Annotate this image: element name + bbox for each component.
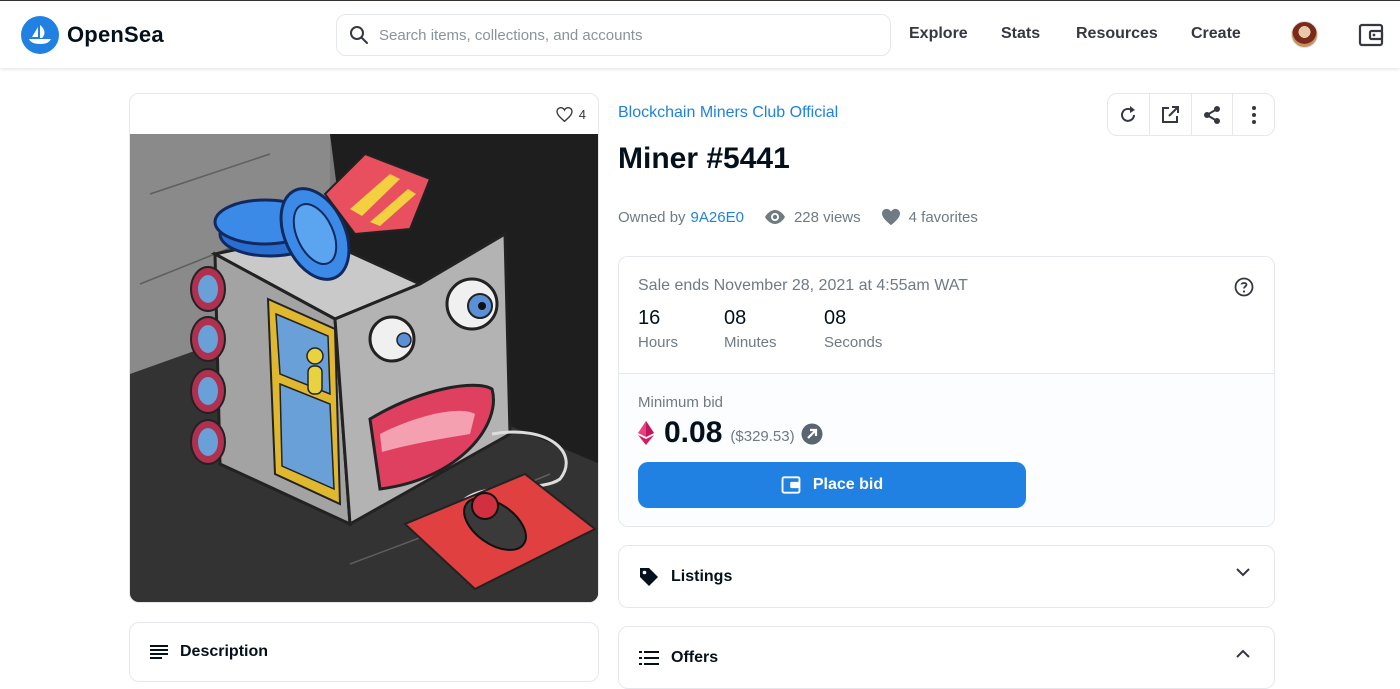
nav-create[interactable]: Create	[1191, 25, 1241, 43]
description-panel[interactable]: Description	[129, 622, 599, 682]
eye-icon	[764, 210, 785, 224]
top-nav-bar: OpenSea Explore Stats Resources Create	[0, 0, 1400, 68]
description-label: Description	[180, 643, 269, 660]
owner-info: Owned by 9A26E0	[618, 209, 744, 226]
timer-seconds-value: 08	[824, 307, 847, 329]
nft-image-card: 4	[129, 93, 599, 603]
favorite-count: 4	[578, 106, 586, 122]
more-vertical-icon	[1251, 105, 1256, 124]
sale-card: Sale ends November 28, 2021 at 4:55am WA…	[618, 256, 1275, 527]
bid-section: Minimum bid 0.08 ($329.53) Place bid	[619, 374, 1274, 526]
place-bid-label: Place bid	[812, 476, 884, 493]
offers-panel[interactable]: Offers	[618, 626, 1275, 689]
place-bid-button[interactable]: Place bid	[638, 462, 1026, 508]
price-row: 0.08 ($329.53)	[638, 416, 823, 450]
price-value: 0.08	[664, 416, 723, 449]
sale-countdown: Sale ends November 28, 2021 at 4:55am WA…	[619, 257, 1274, 374]
opensea-logo-icon	[21, 16, 59, 54]
timer-seconds: 08 Seconds	[824, 307, 882, 351]
opensea-logo[interactable]: OpenSea	[21, 16, 164, 54]
share-button[interactable]	[1192, 94, 1234, 135]
asset-toolbar	[1107, 93, 1275, 136]
image-card-header: 4	[130, 94, 598, 134]
timer-minutes-value: 08	[724, 307, 747, 329]
asset-meta: Owned by 9A26E0 228 views 4 favorites	[618, 208, 978, 226]
views-count: 228 views	[793, 208, 861, 226]
tag-icon	[640, 567, 658, 586]
nft-artwork[interactable]	[130, 134, 599, 603]
heart-outline-icon[interactable]	[556, 106, 573, 122]
nav-stats[interactable]: Stats	[1001, 25, 1040, 43]
refresh-icon	[1121, 105, 1136, 122]
external-link-icon	[1162, 105, 1180, 123]
share-icon	[1203, 105, 1220, 124]
arrow-up-right-icon[interactable]	[801, 423, 823, 445]
minimum-bid-label: Minimum bid	[638, 394, 724, 411]
favorites-info: 4 favorites	[881, 208, 978, 226]
search-input[interactable]	[379, 26, 859, 44]
wallet-icon[interactable]	[1358, 22, 1384, 53]
timer-hours-label: Hours	[638, 334, 679, 351]
timer-minutes-label: Minutes	[724, 334, 777, 351]
asset-title: Miner #5441	[618, 142, 790, 175]
price-usd: ($329.53)	[730, 427, 795, 445]
sale-ends-text: Sale ends November 28, 2021 at 4:55am WA…	[638, 277, 968, 294]
weth-icon	[638, 421, 654, 445]
description-lines-icon	[150, 645, 168, 659]
listings-label: Listings	[671, 567, 733, 585]
more-options-button[interactable]	[1233, 94, 1274, 135]
profile-avatar[interactable]	[1291, 21, 1318, 48]
wallet-icon	[781, 476, 801, 494]
brand-name: OpenSea	[67, 22, 164, 47]
timer-minutes: 08 Minutes	[724, 307, 777, 351]
refresh-button[interactable]	[1108, 94, 1150, 135]
open-external-button[interactable]	[1150, 94, 1192, 135]
owned-by-label: Owned by	[618, 208, 686, 226]
nav-resources[interactable]: Resources	[1076, 25, 1158, 43]
timer-hours: 16 Hours	[638, 307, 678, 351]
list-icon	[639, 650, 659, 665]
nav-explore[interactable]: Explore	[909, 25, 968, 43]
heart-filled-icon	[881, 208, 900, 226]
search-icon	[350, 26, 368, 44]
listings-panel[interactable]: Listings	[618, 545, 1275, 608]
collection-link[interactable]: Blockchain Miners Club Official	[618, 104, 838, 122]
search-bar[interactable]	[336, 14, 891, 56]
offers-label: Offers	[671, 648, 719, 666]
help-icon[interactable]	[1234, 277, 1254, 302]
views-info: 228 views	[764, 209, 861, 226]
favorites-count: 4 favorites	[908, 208, 978, 226]
chevron-up-icon	[1236, 649, 1250, 658]
timer-hours-value: 16	[638, 307, 661, 329]
chevron-down-icon	[1236, 568, 1250, 577]
owner-link[interactable]: 9A26E0	[691, 209, 744, 226]
timer-seconds-label: Seconds	[824, 334, 883, 351]
